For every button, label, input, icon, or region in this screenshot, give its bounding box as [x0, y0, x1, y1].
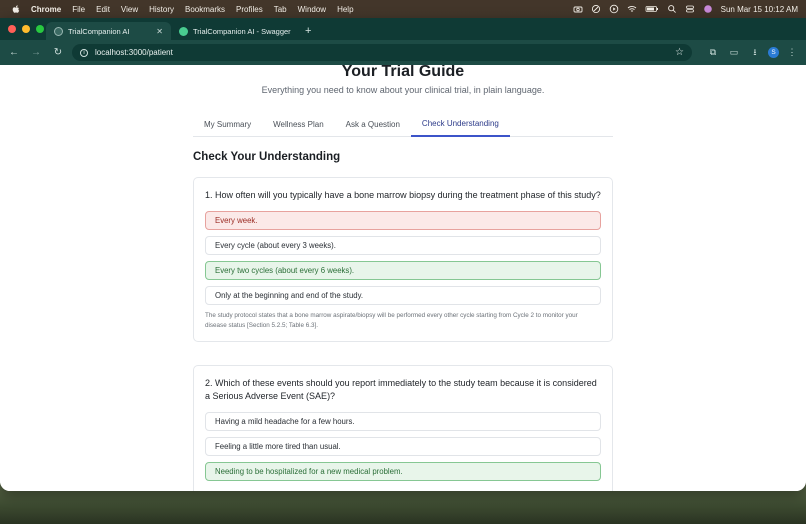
vpn-icon[interactable]	[591, 4, 601, 14]
extensions-icon[interactable]: ⧉	[705, 45, 721, 61]
menu-tab[interactable]: Tab	[274, 5, 287, 14]
reload-button[interactable]: ↻	[50, 45, 66, 61]
menu-file[interactable]: File	[72, 5, 85, 14]
back-button[interactable]: ←	[6, 45, 22, 61]
camera-icon[interactable]	[573, 4, 583, 14]
patient-tabs: My Summary Wellness Plan Ask a Question …	[193, 111, 613, 137]
answer-option[interactable]: Only at the beginning and end of the stu…	[205, 286, 601, 305]
section-title: Check Your Understanding	[193, 151, 341, 163]
answer-explanation: The study protocol states that a bone ma…	[205, 312, 578, 329]
page-subtitle: Everything you need to know about your c…	[261, 85, 545, 95]
battery-icon[interactable]	[645, 4, 659, 14]
bookmark-star-icon[interactable]: ☆	[675, 47, 684, 58]
menu-profiles[interactable]: Profiles	[236, 5, 263, 14]
menu-view[interactable]: View	[121, 5, 138, 14]
question-card: 1. How often will you typically have a b…	[193, 177, 613, 342]
question-text: 2. Which of these events should you repo…	[205, 378, 597, 401]
address-url[interactable]: localhost:3000/patient	[95, 48, 675, 57]
tab-wellness-plan[interactable]: Wellness Plan	[262, 111, 335, 137]
tab-strip: TrialCompanion AI ✕ TrialCompanion AI - …	[0, 18, 806, 40]
answer-option[interactable]: Every two cycles (about every 6 weeks).	[205, 261, 601, 280]
wifi-icon[interactable]	[627, 4, 637, 14]
browser-window: TrialCompanion AI ✕ TrialCompanion AI - …	[0, 18, 806, 491]
question-text: 1. How often will you typically have a b…	[205, 190, 601, 200]
menu-window[interactable]: Window	[298, 5, 326, 14]
more-menu-icon[interactable]: ⋮	[784, 45, 800, 61]
swagger-icon	[179, 26, 188, 36]
answer-option[interactable]: Feeling a little more tired than usual.	[205, 437, 601, 456]
browser-tab-trialcompanion[interactable]: TrialCompanion AI ✕	[46, 22, 171, 40]
apple-icon[interactable]	[11, 4, 21, 14]
tab-ask-a-question[interactable]: Ask a Question	[335, 111, 411, 137]
forward-button[interactable]: →	[28, 45, 44, 61]
download-icon[interactable]: ⭳	[747, 45, 763, 61]
site-info-icon[interactable]: i	[80, 48, 88, 57]
answer-option[interactable]: Every cycle (about every 3 weeks).	[205, 236, 601, 255]
close-window-button[interactable]	[8, 25, 16, 33]
search-icon[interactable]	[667, 4, 677, 14]
address-bar[interactable]: i localhost:3000/patient ☆	[72, 44, 692, 61]
answer-option[interactable]: Having a mild headache for a few hours.	[205, 412, 601, 431]
menu-app-name[interactable]: Chrome	[31, 5, 61, 14]
browser-tab-title: TrialCompanion AI - Swagger	[193, 26, 291, 36]
siri-icon[interactable]	[703, 4, 713, 14]
minimize-window-button[interactable]	[22, 25, 30, 33]
menubar-clock[interactable]: Sun Mar 15 10:12 AM	[721, 5, 798, 14]
control-center-icon[interactable]	[685, 4, 695, 14]
answer-option[interactable]: Needing to be hospitalized for a new med…	[205, 462, 601, 481]
browser-toolbar: ← → ↻ i localhost:3000/patient ☆ ⧉ ▭ ⭳ S…	[0, 40, 806, 65]
profile-avatar[interactable]: S	[768, 47, 779, 58]
tab-check-understanding[interactable]: Check Understanding	[410, 111, 510, 137]
page-content: Your Trial Guide Everything you need to …	[0, 65, 806, 491]
page-title: Your Trial Guide	[341, 65, 465, 80]
new-tab-button[interactable]: +	[305, 22, 311, 40]
window-controls	[8, 25, 44, 33]
menu-help[interactable]: Help	[337, 5, 353, 14]
reading-list-icon[interactable]: ▭	[726, 45, 742, 61]
zoom-window-button[interactable]	[36, 25, 44, 33]
globe-icon	[54, 26, 63, 36]
browser-tab-swagger[interactable]: TrialCompanion AI - Swagger	[171, 22, 301, 40]
question-card: 2. Which of these events should you repo…	[193, 365, 613, 491]
play-icon[interactable]	[609, 4, 619, 14]
menu-bookmarks[interactable]: Bookmarks	[185, 5, 225, 14]
menu-bar: Chrome File Edit View History Bookmarks …	[0, 0, 806, 18]
close-tab-icon[interactable]: ✕	[156, 27, 163, 36]
answer-option[interactable]: Every week.	[205, 211, 601, 230]
browser-tab-title: TrialCompanion AI	[68, 26, 130, 36]
menu-edit[interactable]: Edit	[96, 5, 110, 14]
menu-history[interactable]: History	[149, 5, 174, 14]
tab-my-summary[interactable]: My Summary	[193, 111, 262, 137]
